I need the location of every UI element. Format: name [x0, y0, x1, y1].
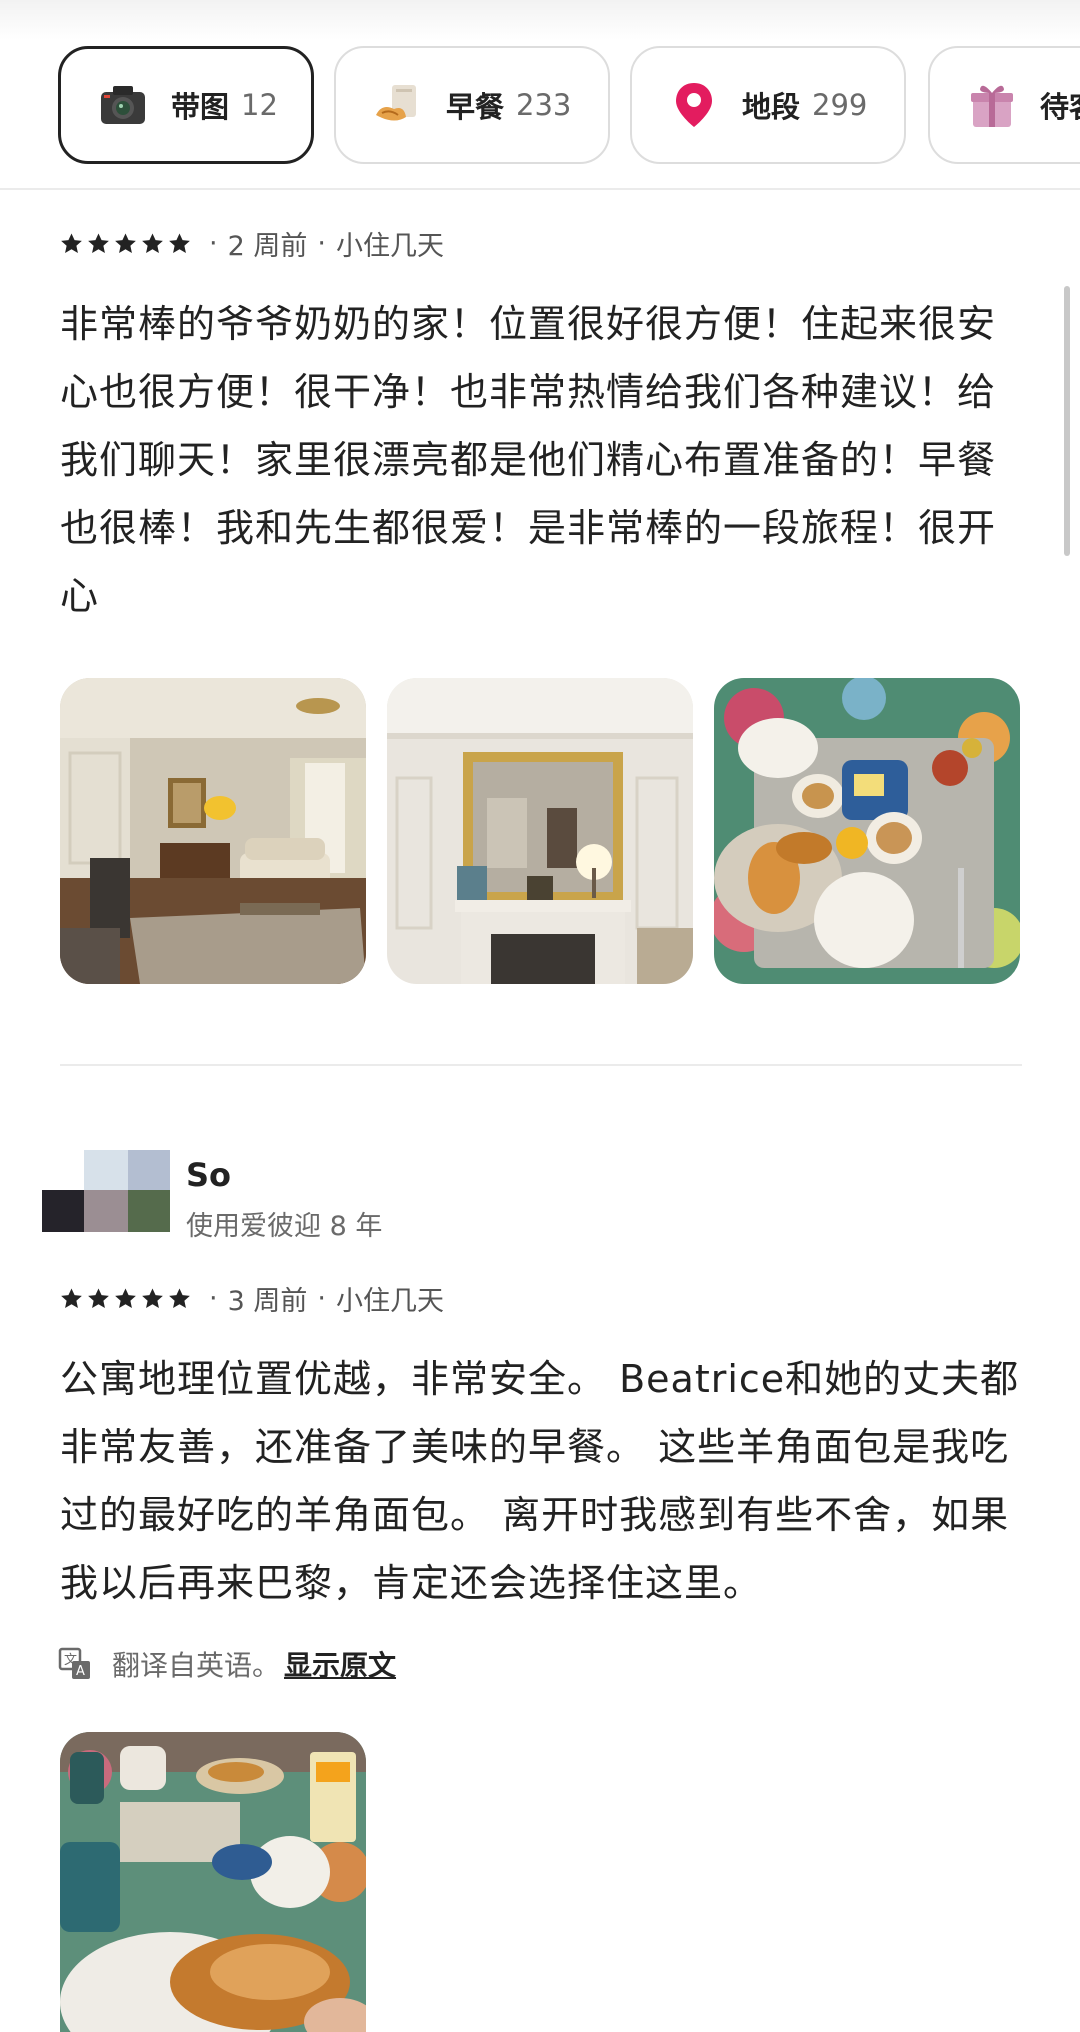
filter-chip-label: 早餐 — [446, 90, 505, 124]
map-pin-icon — [676, 83, 712, 127]
rating-stars — [60, 1287, 195, 1310]
review-text: 公寓地理位置优越，非常安全。 Beatrice和她的丈夫都非常友善，还准备了美味… — [60, 1357, 1020, 1605]
review-time: 2 周前 — [227, 231, 308, 262]
gift-icon — [971, 85, 1013, 127]
reviewer-name[interactable]: So — [186, 1156, 231, 1194]
star-icon — [115, 233, 136, 253]
breakfast-icon — [376, 85, 416, 121]
svg-text:A: A — [76, 1664, 85, 1679]
dot-separator: · — [317, 228, 326, 259]
star-icon — [169, 233, 190, 253]
star-icon — [61, 1288, 82, 1308]
review-photo-croissant[interactable] — [60, 1732, 366, 2032]
review-meta: · 2 周前 · 小住几天 — [60, 224, 454, 263]
rating-stars — [60, 232, 195, 255]
stay-length: 小住几天 — [335, 231, 444, 262]
dot-separator: · — [209, 228, 218, 259]
review-photo-fireplace[interactable] — [387, 678, 693, 984]
star-icon — [142, 233, 163, 253]
review-meta: · 3 周前 · 小住几天 — [60, 1279, 454, 1318]
star-icon — [61, 233, 82, 253]
avatar[interactable] — [42, 1150, 170, 1232]
star-icon — [88, 233, 109, 253]
stay-length: 小住几天 — [335, 1286, 444, 1317]
star-icon — [169, 1288, 190, 1308]
show-original-link[interactable]: 显示原文 — [284, 1644, 396, 1684]
reviewer-membership: 使用爱彼迎 8 年 — [186, 1211, 383, 1242]
translation-note: 文 A 翻译自英语。 显示原文 — [58, 1644, 396, 1684]
filter-chip-label: 带图 — [171, 90, 230, 124]
review-text: 非常棒的爷爷奶奶的家！位置很好很方便！住起来很安心也很方便！很干净！也非常热情给… — [60, 302, 997, 618]
filter-chip-count: 233 — [516, 88, 572, 122]
filter-chip-hospitality[interactable]: 待客 — [928, 46, 1080, 164]
filter-chip-label: 待客 — [1040, 90, 1080, 124]
star-icon — [88, 1288, 109, 1308]
filter-chip-location[interactable]: 地段 299 — [630, 46, 906, 164]
status-area — [0, 0, 1080, 40]
scrollbar[interactable] — [1064, 286, 1070, 556]
filter-chip-bar: 带图 12 早餐 233 地段 299 待客 — [0, 0, 1080, 190]
filter-chip-count: 299 — [812, 88, 868, 122]
filter-chip-label: 地段 — [742, 90, 801, 124]
review-photo-breakfast-table[interactable] — [714, 678, 1020, 984]
dot-separator: · — [317, 1283, 326, 1314]
review-photo-living-room[interactable] — [60, 678, 366, 984]
star-icon — [115, 1288, 136, 1308]
translation-label: 翻译自英语。 — [112, 1649, 281, 1682]
translate-icon: 文 A — [58, 1647, 90, 1679]
filter-chip-photos[interactable]: 带图 12 — [58, 46, 314, 164]
star-icon — [142, 1288, 163, 1308]
dot-separator: · — [209, 1283, 218, 1314]
review-time: 3 周前 — [227, 1286, 308, 1317]
camera-icon — [101, 86, 145, 124]
filter-chip-breakfast[interactable]: 早餐 233 — [334, 46, 610, 164]
filter-chip-count: 12 — [241, 88, 278, 122]
review-divider — [60, 1064, 1022, 1066]
